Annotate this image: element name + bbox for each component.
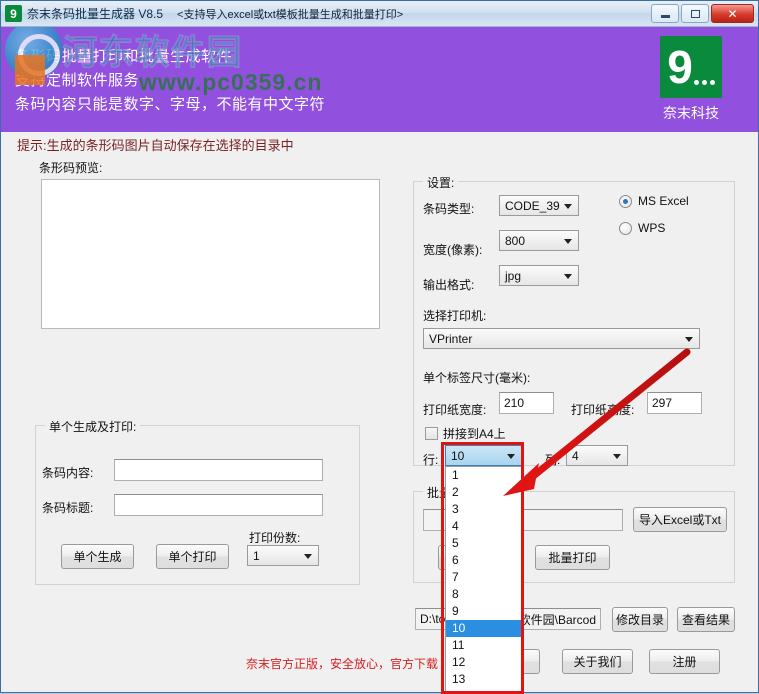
close-button[interactable]: ✕ (711, 4, 754, 23)
paper-width-input[interactable]: 210 (499, 392, 554, 414)
rows-option[interactable]: 3 (446, 501, 521, 518)
rows-option[interactable]: 14 (446, 688, 521, 693)
logo-dots-icon (693, 80, 715, 85)
rows-option[interactable]: 9 (446, 603, 521, 620)
chevron-down-icon (564, 273, 572, 279)
promo-line-1: 条形码批量打印和批量生成软件 (15, 48, 233, 65)
rows-value: 10 (451, 448, 465, 463)
format-combo[interactable]: jpg (499, 265, 579, 286)
rows-option[interactable]: 6 (446, 552, 521, 569)
width-combo[interactable]: 800 (499, 230, 579, 251)
change-directory-button[interactable]: 修改目录 (612, 607, 668, 632)
barcode-title-input[interactable] (114, 494, 323, 516)
label-size-title: 单个标签尺寸(毫米): (423, 371, 531, 385)
paper-height-label: 打印纸高度: (571, 403, 635, 417)
import-excel-txt-button[interactable]: 导入Excel或Txt (633, 507, 727, 532)
promo-line-3: 条码内容只能是数字、字母，不能有中文字符 (15, 96, 326, 113)
rows-option[interactable]: 7 (446, 569, 521, 586)
brand-name: 奈末科技 (663, 105, 719, 121)
rows-option-selected[interactable]: 10 (446, 620, 521, 637)
cols-value: 4 (572, 448, 579, 463)
barcode-preview-area (41, 179, 380, 329)
window-subtitle: <支持导入excel或txt模板批量生成和批量打印> (177, 8, 404, 21)
app-window: 9 奈末条码批量生成器 V8.5 <支持导入excel或txt模板批量生成和批量… (0, 0, 759, 694)
promo-header: 条形码批量打印和批量生成软件 支持定制软件服务 条码内容只能是数字、字母，不能有… (1, 27, 758, 132)
printer-combo[interactable]: VPrinter (423, 328, 700, 349)
rows-option[interactable]: 12 (446, 654, 521, 671)
merge-a4-label: 拼接到A4上 (443, 427, 506, 441)
rows-option[interactable]: 5 (446, 535, 521, 552)
output-path-right: 软件园\Barcod (518, 612, 596, 627)
maximize-button[interactable] (681, 4, 709, 23)
chevron-down-icon (304, 553, 312, 559)
promo-line-2: 支持定制软件服务 (15, 72, 140, 89)
barcode-type-label: 条码类型: (423, 202, 475, 216)
barcode-content-input[interactable] (114, 459, 323, 481)
format-label: 输出格式: (423, 278, 475, 292)
engine-radio-wps[interactable]: WPS (619, 221, 665, 235)
rows-option[interactable]: 1 (446, 467, 521, 484)
promo-text-block: 条形码批量打印和批量生成软件 支持定制软件服务 条码内容只能是数字、字母，不能有… (15, 45, 325, 117)
rows-option[interactable]: 13 (446, 671, 521, 688)
paper-height-input[interactable]: 297 (647, 392, 702, 414)
engine-radio-ms-excel-label: MS Excel (638, 194, 689, 208)
rows-option[interactable]: 11 (446, 637, 521, 654)
print-copies-combo[interactable]: 1 (247, 545, 319, 566)
minimize-button[interactable] (651, 4, 679, 23)
merge-a4-checkbox[interactable]: 拼接到A4上 (425, 425, 506, 442)
engine-radio-ms-excel[interactable]: MS Excel (619, 194, 689, 208)
checkbox-icon (425, 427, 438, 440)
chevron-down-icon (564, 203, 572, 209)
single-generate-button[interactable]: 单个生成 (61, 544, 134, 569)
rows-label: 行: (423, 453, 439, 467)
barcode-title-label: 条码标题: (42, 501, 94, 515)
barcode-content-label: 条码内容: (42, 466, 94, 480)
window-title: 奈末条码批量生成器 V8.5 (27, 7, 164, 21)
chevron-down-icon (613, 453, 621, 459)
radio-dot-icon (619, 194, 632, 208)
rows-option[interactable]: 8 (446, 586, 521, 603)
close-icon: ✕ (727, 6, 738, 21)
barcode-type-combo[interactable]: CODE_39 (499, 195, 579, 216)
batch-print-button[interactable]: 批量打印 (535, 545, 610, 570)
view-result-button[interactable]: 查看结果 (677, 607, 735, 632)
rows-combo[interactable]: 10 (445, 445, 522, 466)
cols-label: 列: (545, 453, 561, 467)
settings-group-title: 设置: (423, 174, 459, 191)
chevron-down-icon (564, 238, 572, 244)
paper-width-label: 打印纸宽度: (423, 403, 487, 417)
official-note-text: 奈末官方正版，安全放心，官方下载 (246, 657, 439, 671)
radio-dot-icon (619, 221, 632, 235)
hint-text: 提示:生成的条形码图片自动保存在选择的目录中 (17, 138, 294, 153)
engine-radio-wps-label: WPS (638, 221, 666, 235)
width-value: 800 (505, 233, 526, 248)
chevron-down-icon (507, 453, 515, 459)
width-label: 宽度(像素): (423, 243, 483, 257)
register-button[interactable]: 注册 (649, 649, 720, 674)
format-value: jpg (505, 268, 522, 283)
print-copies-label: 打印份数: (249, 531, 301, 545)
preview-label: 条形码预览: (39, 161, 103, 175)
logo-nine-glyph: 9 (667, 41, 693, 93)
cols-combo[interactable]: 4 (566, 445, 628, 466)
minimize-icon (660, 15, 670, 18)
rows-option[interactable]: 4 (446, 518, 521, 535)
printer-value: VPrinter (429, 331, 473, 346)
print-copies-value: 1 (253, 548, 260, 563)
app-icon: 9 (5, 5, 22, 22)
chevron-down-icon (685, 336, 693, 342)
rows-option[interactable]: 2 (446, 484, 521, 501)
rows-dropdown-list[interactable]: 1 2 3 4 5 6 7 8 9 10 11 12 13 14 15 16 (445, 466, 522, 694)
window-controls: ✕ (651, 4, 754, 23)
title-bar: 9 奈末条码批量生成器 V8.5 <支持导入excel或txt模板批量生成和批量… (1, 1, 758, 27)
barcode-type-value: CODE_39 (505, 198, 560, 213)
maximize-icon (690, 9, 700, 18)
single-print-button[interactable]: 单个打印 (156, 544, 229, 569)
about-us-button[interactable]: 关于我们 (562, 649, 633, 674)
single-generate-group-title: 单个生成及打印: (45, 418, 141, 435)
brand-logo: 9 (660, 36, 722, 98)
printer-label: 选择打印机: (423, 309, 487, 323)
